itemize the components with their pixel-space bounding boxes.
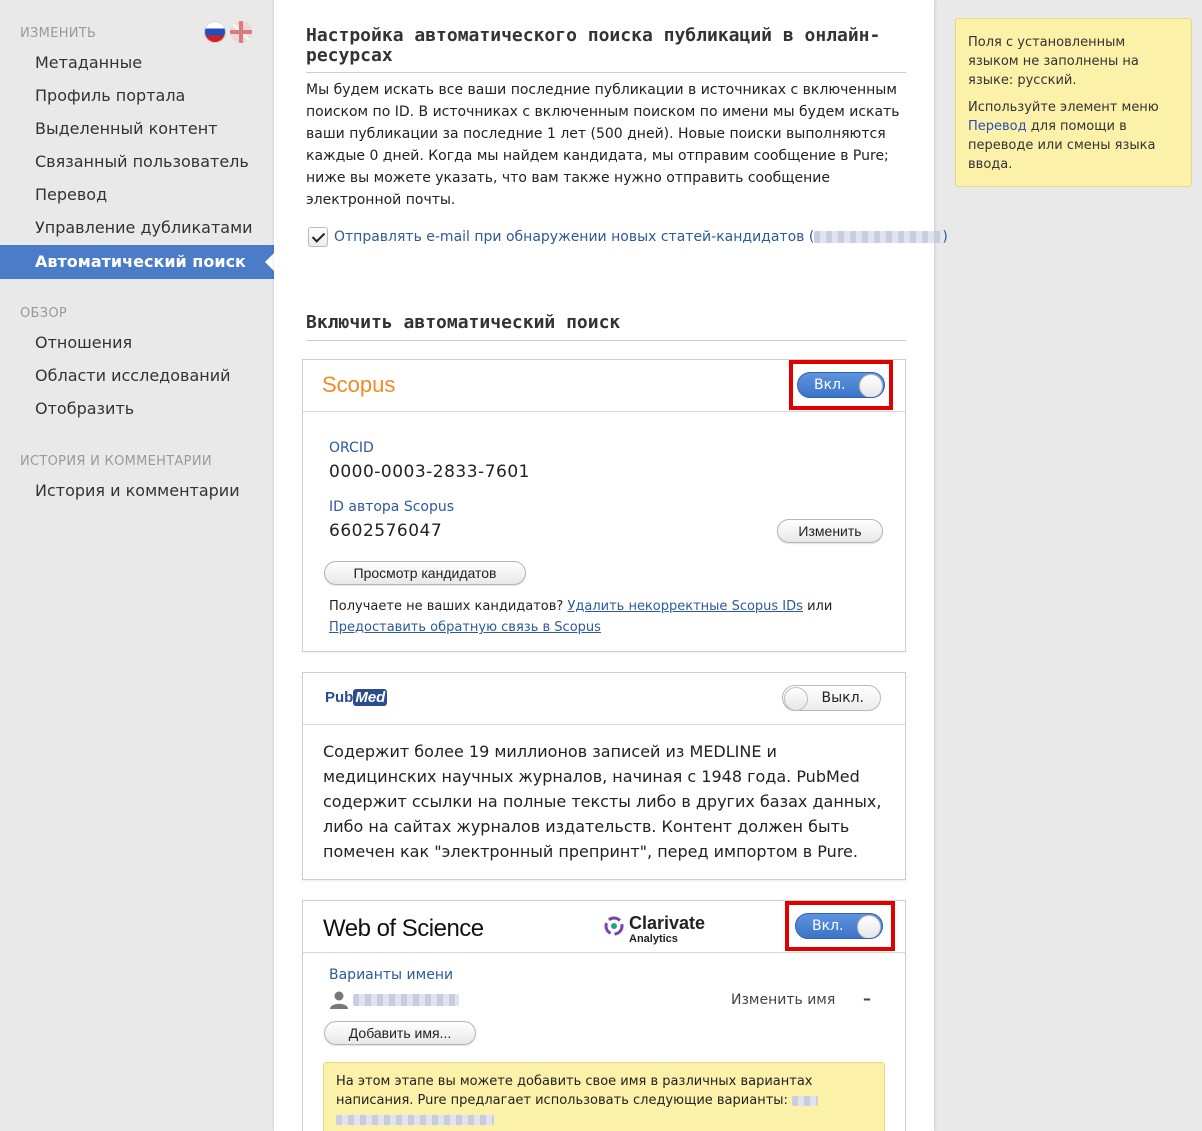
toggle-label: Выкл. xyxy=(821,690,864,706)
feedback-text: Получаете не ваших кандидатов? Удалить н… xyxy=(329,596,889,638)
orcid-value: 0000-0003-2833-7601 xyxy=(329,462,530,482)
wos-logo: Web of Science xyxy=(323,915,484,942)
sidebar-item-auto-search[interactable]: Автоматический поиск xyxy=(0,245,274,279)
enable-search-title: Включить автоматический поиск xyxy=(306,312,621,333)
info-line-1: Поля с установленным языком не заполнены… xyxy=(968,35,1139,88)
remove-scopus-ids-link[interactable]: Удалить некорректные Scopus IDs xyxy=(567,599,803,614)
feedback-prefix: Получаете не ваших кандидатов? xyxy=(329,599,568,614)
scopus-feedback-link[interactable]: Предоставить обратную связь в Scopus xyxy=(329,620,601,635)
hint-text: На этом этапе вы можете добавить свое им… xyxy=(336,1074,813,1108)
info-line-2: Используйте элемент меню Перевод для пом… xyxy=(968,98,1179,174)
name-variants-label: Варианты имени xyxy=(329,967,454,983)
email-notification-option[interactable]: Отправлять e-mail при обнаружении новых … xyxy=(308,227,948,247)
sidebar-item-relations[interactable]: Отношения xyxy=(35,333,132,352)
view-candidates-button[interactable]: Просмотр кандидатов xyxy=(324,561,526,585)
name-variant-row xyxy=(329,991,459,1009)
add-name-button[interactable]: Добавить имя... xyxy=(324,1021,476,1045)
info-line-2-prefix: Используйте элемент меню xyxy=(968,100,1159,115)
toggle-knob xyxy=(857,915,881,938)
history-section-heading: ИСТОРИЯ И КОММЕНТАРИИ xyxy=(20,454,212,469)
russian-flag-icon[interactable] xyxy=(204,21,226,43)
person-icon xyxy=(330,991,348,1009)
redacted-email xyxy=(814,231,943,243)
scopus-logo: Scopus xyxy=(322,372,396,397)
email-checkbox-label: Отправлять e-mail при обнаружении новых … xyxy=(334,229,815,245)
email-checkbox-suffix: ) xyxy=(942,229,948,245)
clarivate-icon xyxy=(604,916,624,936)
redacted-variant xyxy=(792,1095,819,1106)
toggle-label: Вкл. xyxy=(812,918,844,934)
redacted-name xyxy=(353,994,459,1006)
wos-card-header: Web of Science Clarivate Analytics Вкл. xyxy=(303,901,905,953)
scopus-toggle[interactable]: Вкл. xyxy=(797,372,885,398)
sidebar-item-metadata[interactable]: Метаданные xyxy=(35,53,142,72)
scopus-author-id-label: ID автора Scopus xyxy=(329,499,455,515)
pubmed-card: Pub Med Выкл. Содержит более 19 миллионов… xyxy=(302,672,906,880)
overview-section-heading: ОБЗОР xyxy=(20,306,68,321)
sidebar: ИЗМЕНИТЬ Метаданные Профиль портала Выде… xyxy=(0,0,274,1131)
language-switcher xyxy=(204,21,256,43)
wos-toggle[interactable]: Вкл. xyxy=(795,913,883,939)
email-checkbox[interactable] xyxy=(308,227,328,247)
wos-card: Web of Science Clarivate Analytics Вкл. … xyxy=(302,900,906,1131)
redacted-variant xyxy=(336,1114,494,1125)
divider xyxy=(306,340,906,341)
toggle-knob xyxy=(859,374,883,397)
sidebar-item-highlighted-content[interactable]: Выделенный контент xyxy=(35,119,217,138)
pubmed-logo-med: Med xyxy=(353,689,388,706)
pubmed-description: Содержит более 19 миллионов записей из M… xyxy=(323,742,882,861)
edit-section-heading: ИЗМЕНИТЬ xyxy=(20,26,97,41)
scopus-card: Scopus Вкл. ORCID 0000-0003-2833-7601 ID… xyxy=(302,359,906,652)
intro-text: Мы будем искать все ваши последние публи… xyxy=(306,82,900,208)
pubmed-toggle[interactable]: Выкл. xyxy=(782,685,881,711)
scopus-card-header: Scopus Вкл. xyxy=(303,360,905,412)
pubmed-logo-pub: Pub xyxy=(325,689,354,706)
clarivate-logo: Clarivate Analytics xyxy=(603,913,713,953)
sidebar-item-translation[interactable]: Перевод xyxy=(35,185,107,204)
sidebar-item-history[interactable]: История и комментарии xyxy=(35,481,240,500)
clarivate-sub: Analytics xyxy=(629,933,678,945)
translation-link[interactable]: Перевод xyxy=(968,119,1027,134)
clarivate-name: Clarivate xyxy=(629,913,706,933)
orcid-label: ORCID xyxy=(329,440,374,456)
sidebar-item-portal-profile[interactable]: Профиль портала xyxy=(35,86,185,105)
sidebar-item-research-areas[interactable]: Области исследований xyxy=(35,366,231,385)
remove-name-icon[interactable]: – xyxy=(863,989,871,1008)
name-variants-hint: На этом этапе вы можете добавить свое им… xyxy=(323,1062,885,1131)
sidebar-item-linked-user[interactable]: Связанный пользователь xyxy=(35,152,249,171)
settings-title: Настройка автоматического поиска публика… xyxy=(306,25,881,66)
english-flag-icon[interactable] xyxy=(230,21,252,43)
pubmed-card-header: Pub Med Выкл. xyxy=(303,673,905,725)
change-name-link[interactable]: Изменить имя xyxy=(731,992,835,1008)
main-content: Настройка автоматического поиска публика… xyxy=(274,0,948,1131)
feedback-mid: или xyxy=(802,599,833,614)
sidebar-item-duplicates[interactable]: Управление дубликатами xyxy=(35,218,253,237)
divider xyxy=(306,72,906,73)
toggle-label: Вкл. xyxy=(814,377,846,393)
sidebar-item-label: Автоматический поиск xyxy=(35,252,246,271)
toggle-knob xyxy=(784,687,808,710)
language-info-box: Поля с установленным языком не заполнены… xyxy=(955,18,1192,187)
pubmed-logo: Pub Med xyxy=(325,689,388,706)
scopus-author-id-value: 6602576047 xyxy=(329,521,443,541)
edit-button[interactable]: Изменить xyxy=(777,519,883,543)
sidebar-item-display[interactable]: Отобразить xyxy=(35,399,134,418)
